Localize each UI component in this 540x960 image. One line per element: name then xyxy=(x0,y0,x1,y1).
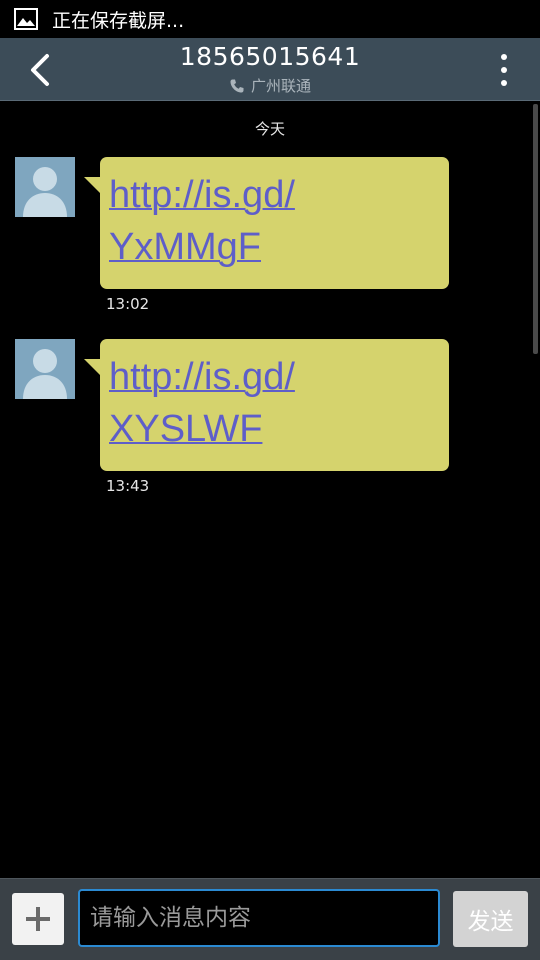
phone-icon xyxy=(230,79,244,92)
image-icon xyxy=(14,8,38,30)
person-avatar-icon[interactable] xyxy=(15,157,75,217)
person-avatar-icon[interactable] xyxy=(15,339,75,399)
conversation-header: 18565015641 广州联通 xyxy=(0,38,540,101)
more-vert-icon xyxy=(501,54,507,60)
status-bar: 正在保存截屏... xyxy=(0,0,540,38)
status-notification-text: 正在保存截屏... xyxy=(52,9,185,32)
message-input[interactable] xyxy=(78,889,440,947)
send-button[interactable]: 发送 xyxy=(453,891,528,947)
add-attachment-button[interactable] xyxy=(12,893,64,945)
message-time: 13:43 xyxy=(106,477,150,495)
message-bubble[interactable]: http://is.gd/ XYSLWF xyxy=(84,339,449,471)
message-bubble[interactable]: http://is.gd/ YxMMgF xyxy=(84,157,449,289)
overflow-menu-button[interactable] xyxy=(492,50,516,90)
message-time: 13:02 xyxy=(106,295,150,313)
message-list[interactable]: 今天 http://is.gd/ YxMMgF 13:02 http://is.… xyxy=(0,102,540,878)
contact-carrier: 广州联通 xyxy=(0,75,540,96)
compose-bar: 发送 xyxy=(0,878,540,960)
plus-icon xyxy=(26,907,50,931)
contact-number: 18565015641 xyxy=(179,42,361,71)
message-link[interactable]: http://is.gd/ YxMMgF xyxy=(109,169,439,273)
date-separator: 今天 xyxy=(254,120,285,138)
carrier-label: 广州联通 xyxy=(250,77,311,95)
message-link[interactable]: http://is.gd/ XYSLWF xyxy=(109,351,439,455)
scrollbar[interactable] xyxy=(533,104,538,354)
